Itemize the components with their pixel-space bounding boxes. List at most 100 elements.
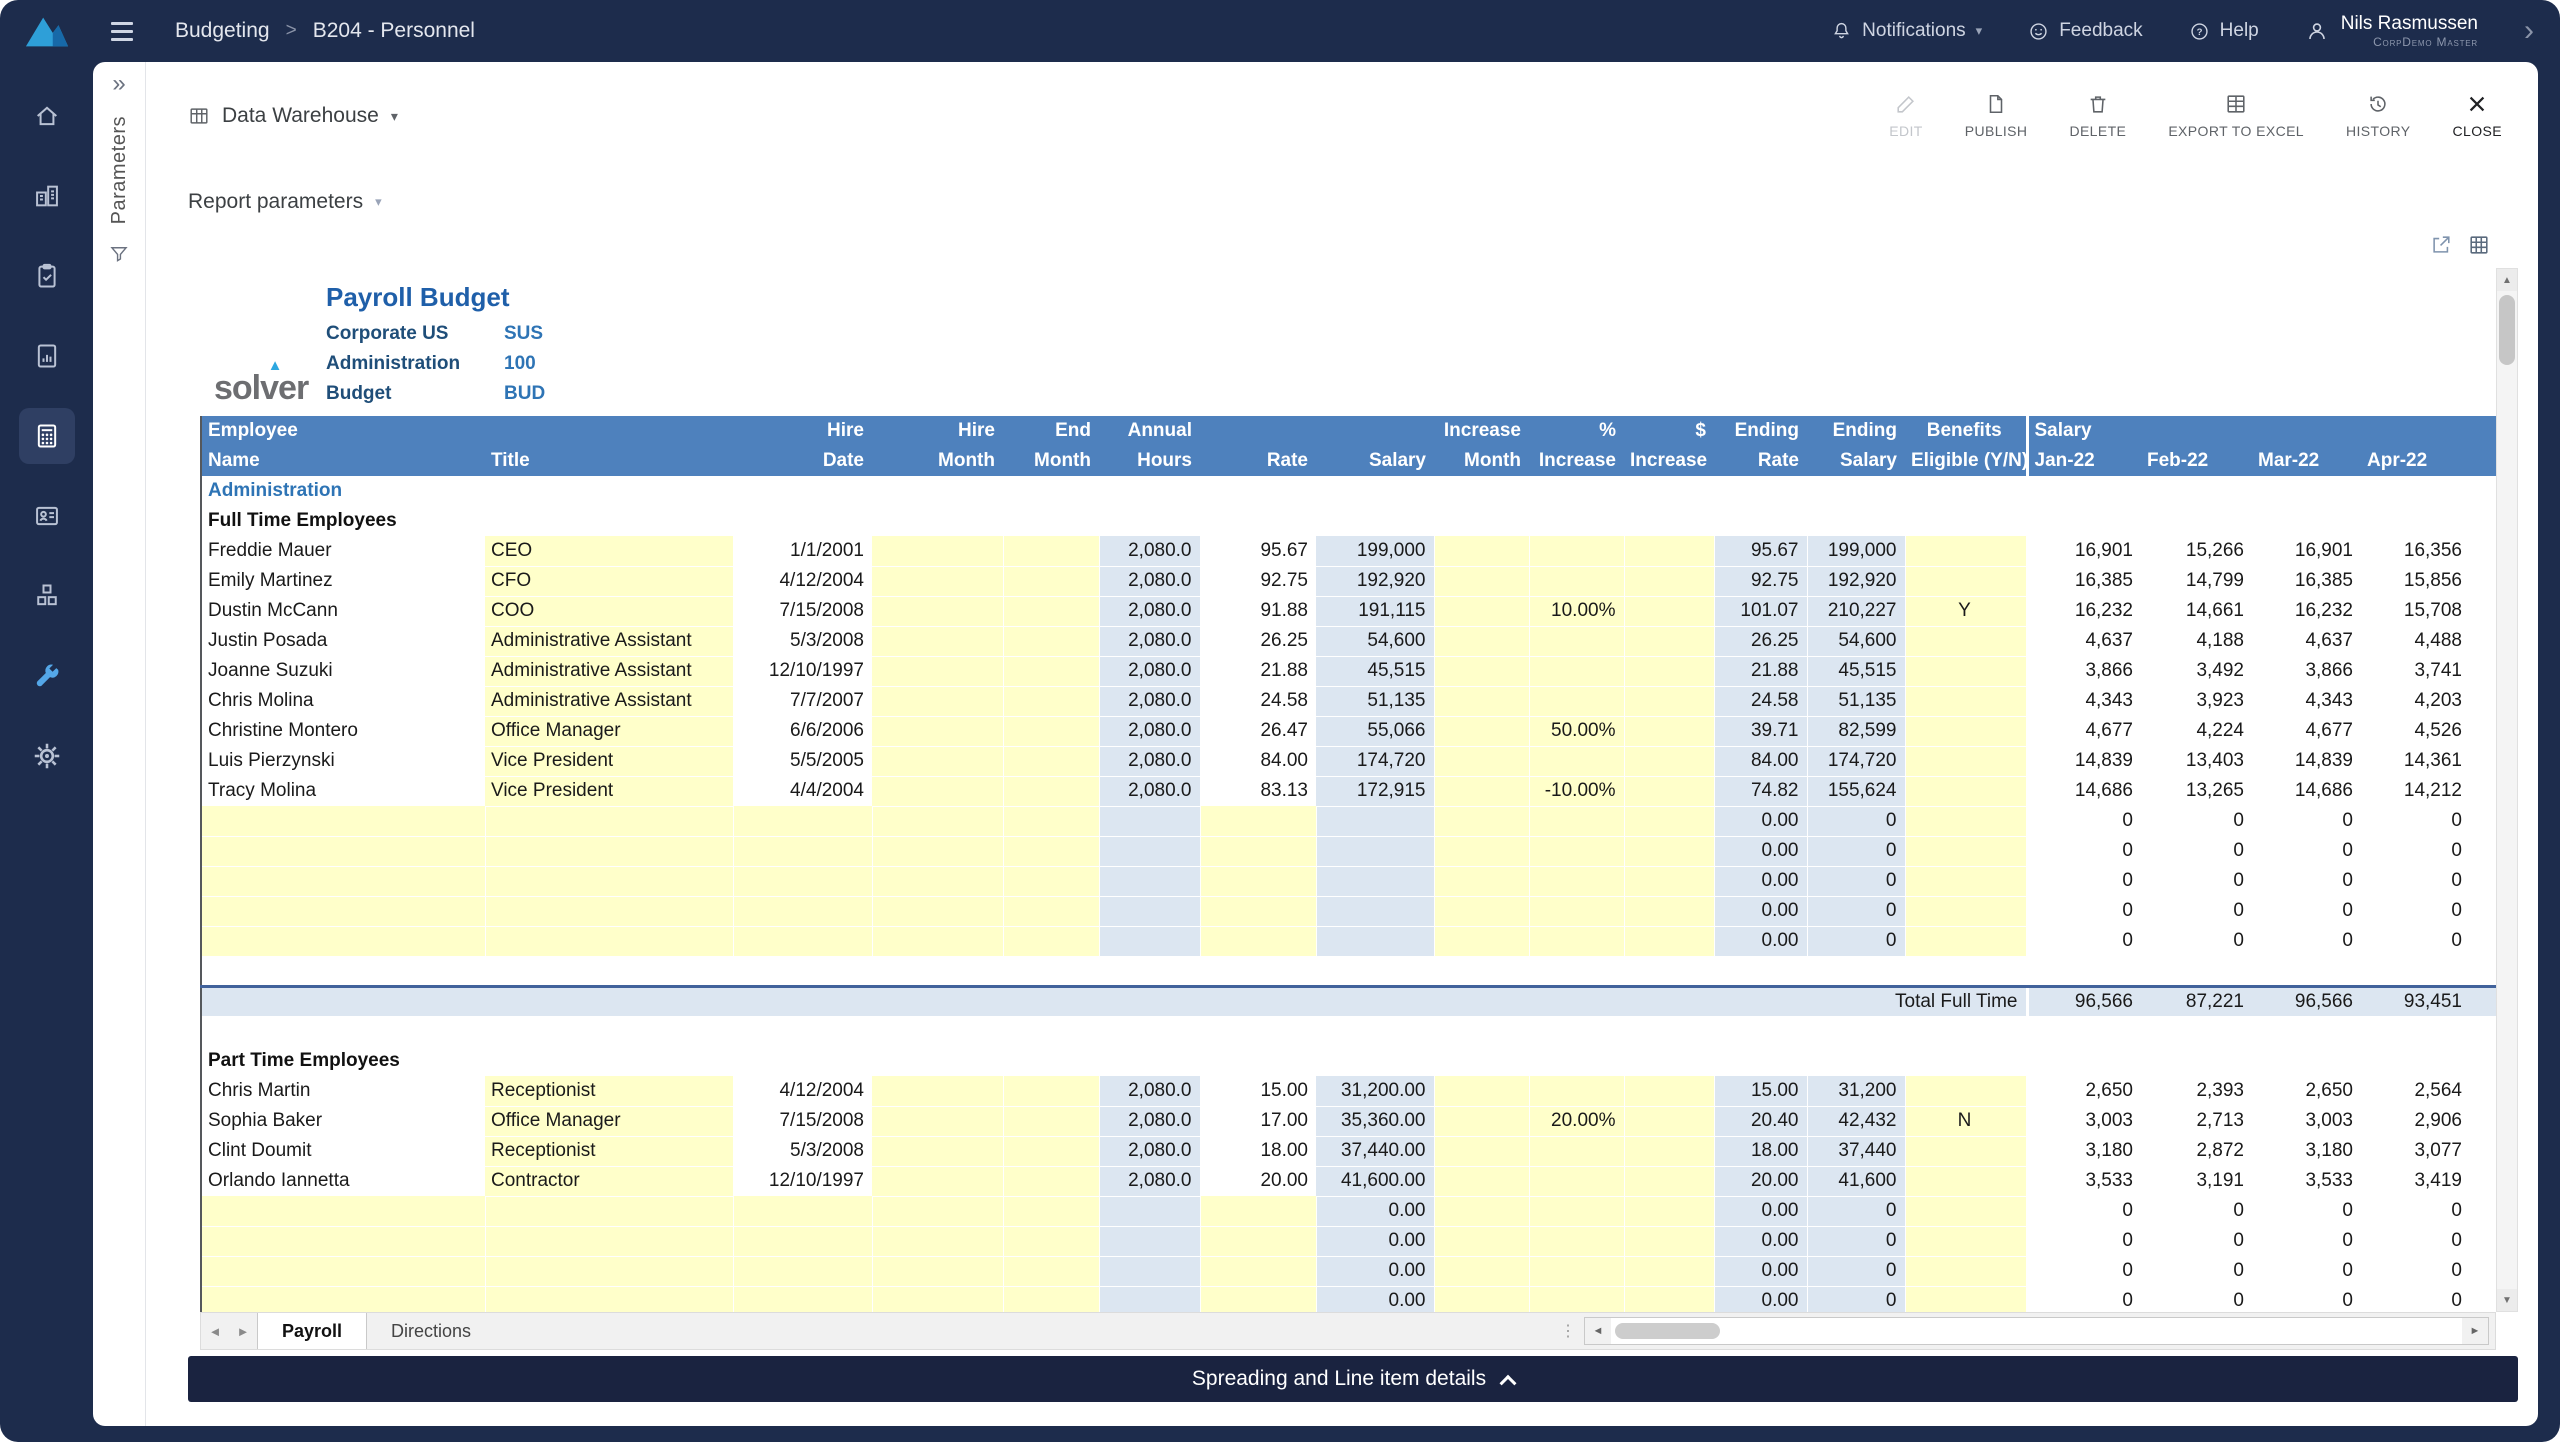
cell[interactable] [1624, 1076, 1715, 1107]
cell[interactable] [733, 1196, 873, 1227]
history-button[interactable]: HISTORY [2330, 83, 2427, 149]
cell[interactable] [1624, 776, 1715, 807]
cell[interactable] [1905, 836, 2028, 867]
cell[interactable] [1624, 566, 1715, 597]
cell[interactable] [1003, 776, 1100, 807]
cell[interactable] [1905, 1166, 2028, 1197]
user-menu[interactable]: Nils Rasmussen CorpDemo Master [2305, 13, 2478, 49]
cell[interactable] [1434, 1106, 1530, 1137]
cell[interactable] [201, 1256, 486, 1287]
cell[interactable] [1905, 866, 2028, 897]
grid-view-icon[interactable] [2468, 234, 2490, 268]
cell[interactable] [1624, 1166, 1715, 1197]
cell[interactable] [1529, 656, 1625, 687]
cell[interactable] [485, 926, 734, 957]
cell[interactable] [1003, 1166, 1100, 1197]
cell[interactable] [1434, 1256, 1530, 1287]
notifications-button[interactable]: Notifications ▾ [1831, 20, 1982, 42]
cell[interactable] [872, 806, 1004, 837]
cell[interactable] [1905, 806, 2028, 837]
delete-button[interactable]: DELETE [2053, 83, 2142, 149]
cell[interactable] [1529, 1196, 1625, 1227]
scroll-right-icon[interactable]: ► [2462, 1318, 2488, 1344]
cell[interactable] [201, 836, 486, 867]
cell[interactable] [1529, 1226, 1625, 1257]
cell[interactable] [1200, 1196, 1317, 1227]
cell[interactable] [1624, 596, 1715, 627]
chevron-right-icon[interactable]: › [2524, 16, 2534, 46]
cell[interactable]: Office Manager [485, 1106, 734, 1137]
cell[interactable] [1434, 806, 1530, 837]
sidebar-item-tasks[interactable] [19, 248, 75, 304]
cell[interactable] [1529, 746, 1625, 777]
cell[interactable] [1529, 1256, 1625, 1287]
cell[interactable] [485, 1256, 734, 1287]
tab-next-icon[interactable]: ► [229, 1324, 257, 1339]
cell[interactable] [1434, 1286, 1530, 1312]
cell[interactable] [872, 1196, 1004, 1227]
close-button[interactable]: CLOSE [2437, 83, 2518, 149]
cell[interactable] [872, 686, 1004, 717]
cell[interactable] [872, 836, 1004, 867]
export-to-excel-button[interactable]: EXPORT TO EXCEL [2152, 83, 2320, 149]
cell[interactable] [872, 596, 1004, 627]
cell[interactable] [1529, 1076, 1625, 1107]
filter-icon[interactable] [109, 244, 129, 264]
cell[interactable] [1434, 626, 1530, 657]
vertical-scrollbar[interactable]: ▲ ▼ [2496, 268, 2518, 1312]
expand-panel-icon[interactable]: » [112, 72, 125, 96]
cell[interactable] [872, 656, 1004, 687]
cell[interactable] [1624, 806, 1715, 837]
cell[interactable] [1434, 716, 1530, 747]
horizontal-scroll-thumb[interactable] [1615, 1323, 1720, 1339]
cell[interactable] [1905, 926, 2028, 957]
cell[interactable] [1200, 866, 1317, 897]
cell[interactable]: COO [485, 596, 734, 627]
cell[interactable] [733, 866, 873, 897]
cell[interactable] [1434, 926, 1530, 957]
cell[interactable] [872, 1106, 1004, 1137]
cell[interactable] [872, 566, 1004, 597]
cell[interactable] [1905, 776, 2028, 807]
cell[interactable] [1434, 536, 1530, 567]
cell[interactable] [1905, 746, 2028, 777]
cell[interactable] [1905, 626, 2028, 657]
cell[interactable]: Contractor [485, 1166, 734, 1197]
cell[interactable] [1434, 566, 1530, 597]
cell[interactable] [1624, 1196, 1715, 1227]
cell[interactable] [1003, 536, 1100, 567]
cell[interactable] [872, 1076, 1004, 1107]
scroll-down-icon[interactable]: ▼ [2497, 1289, 2517, 1311]
cell[interactable] [1905, 1136, 2028, 1167]
cell[interactable] [1200, 1226, 1317, 1257]
cell[interactable] [1003, 566, 1100, 597]
cell[interactable] [1624, 626, 1715, 657]
cell[interactable] [1200, 926, 1317, 957]
cell[interactable]: 20.00% [1529, 1106, 1625, 1137]
tab-payroll[interactable]: Payroll [257, 1313, 368, 1349]
cell[interactable]: CFO [485, 566, 734, 597]
cell[interactable] [1905, 1196, 2028, 1227]
cell[interactable] [1529, 566, 1625, 597]
cell[interactable]: Y [1905, 596, 2028, 627]
cell[interactable] [1434, 866, 1530, 897]
solver-logo-icon[interactable] [0, 13, 93, 49]
cell[interactable] [485, 896, 734, 927]
cell[interactable] [1434, 1076, 1530, 1107]
scroll-up-icon[interactable]: ▲ [2497, 269, 2517, 291]
scroll-left-icon[interactable]: ◄ [1585, 1318, 1611, 1344]
cell[interactable] [1529, 1136, 1625, 1167]
cell[interactable] [733, 1256, 873, 1287]
cell[interactable] [1200, 1256, 1317, 1287]
cell[interactable] [1905, 566, 2028, 597]
cell[interactable] [1529, 1286, 1625, 1312]
cell[interactable] [1624, 1106, 1715, 1137]
cell[interactable] [1624, 686, 1715, 717]
tab-directions[interactable]: Directions [367, 1313, 495, 1349]
cell[interactable] [201, 926, 486, 957]
tab-prev-icon[interactable]: ◄ [201, 1324, 229, 1339]
sidebar-item-workforce[interactable] [19, 488, 75, 544]
cell[interactable] [1529, 866, 1625, 897]
cell[interactable] [1434, 1196, 1530, 1227]
cell[interactable] [733, 1286, 873, 1312]
